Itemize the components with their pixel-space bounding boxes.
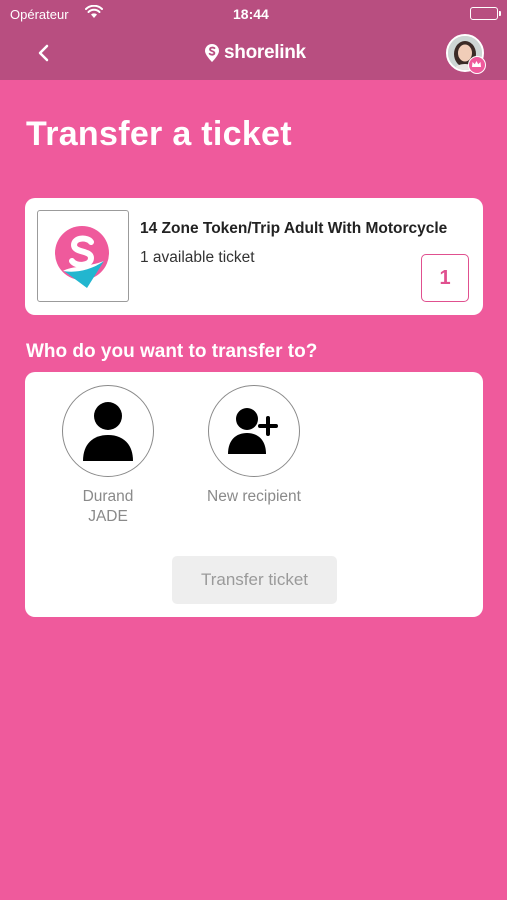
crown-icon — [468, 56, 486, 74]
new-recipient-avatar — [208, 385, 300, 477]
shorelink-logo-icon — [205, 44, 219, 62]
brand-name: shorelink — [224, 42, 306, 63]
nav-bar: shorelink — [0, 28, 507, 80]
recipient-card: Durand JADE New recipient Transfer ticke… — [25, 372, 483, 617]
ticket-logo — [37, 210, 129, 302]
clock: 18:44 — [233, 6, 269, 22]
recipient-first-name: Durand — [82, 488, 134, 505]
recipient-last-name: JADE — [88, 508, 128, 525]
ticket-availability: 1 available ticket — [140, 249, 255, 266]
recipient-avatar — [62, 385, 154, 477]
ticket-name: 14 Zone Token/Trip Adult With Motorcycle — [140, 220, 448, 237]
transfer-heading: Who do you want to transfer to? — [26, 341, 318, 362]
add-person-icon — [228, 408, 278, 454]
transfer-ticket-button[interactable]: Transfer ticket — [172, 556, 337, 604]
new-recipient-button[interactable]: New recipient — [194, 385, 314, 507]
person-icon — [83, 402, 133, 461]
recipient-durand[interactable]: Durand JADE — [48, 385, 168, 527]
brand-logo: shorelink — [204, 41, 306, 65]
new-recipient-label: New recipient — [207, 488, 301, 505]
chevron-left-icon — [38, 44, 49, 62]
carrier-label: Opérateur — [10, 7, 69, 22]
wifi-icon — [85, 4, 103, 22]
ticket-count-badge[interactable]: 1 — [421, 254, 469, 302]
avatar[interactable] — [446, 34, 486, 74]
shorelink-logo-icon — [55, 226, 109, 288]
page-title: Transfer a ticket — [26, 115, 292, 153]
status-bar: Opérateur 18:44 — [0, 0, 507, 28]
battery-icon — [470, 7, 501, 20]
ticket-card[interactable]: 14 Zone Token/Trip Adult With Motorcycle… — [25, 198, 483, 315]
back-button[interactable] — [30, 38, 60, 68]
